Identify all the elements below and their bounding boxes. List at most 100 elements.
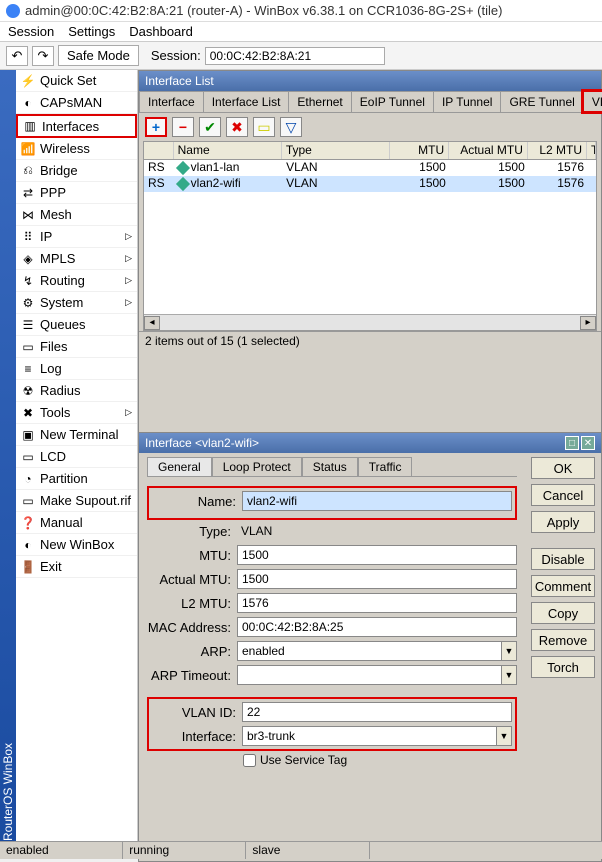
mpls-icon: ◈ [21, 252, 35, 266]
torch-button[interactable]: Torch [531, 656, 595, 678]
sidebar-item-exit[interactable]: 🚪 Exit [16, 556, 137, 578]
close-icon[interactable]: ✕ [581, 436, 595, 450]
enable-button[interactable]: ✔ [199, 117, 221, 137]
tab-general[interactable]: General [147, 457, 212, 476]
iface-dropdown[interactable]: ▼ [497, 726, 512, 746]
amtu-value: 1500 [237, 569, 517, 589]
col-tx[interactable]: Tx [587, 142, 596, 159]
row-type: Type: VLAN [147, 521, 517, 541]
sidebar-item-interfaces[interactable]: ▥Interfaces [16, 114, 137, 138]
sidebar-item-new-winbox[interactable]: ◐New WinBox [16, 534, 137, 556]
sidebar-item-radius[interactable]: ☢Radius [16, 380, 137, 402]
arpt-input[interactable] [237, 665, 502, 685]
col-mtu[interactable]: MTU [390, 142, 449, 159]
sidebar-item-mpls[interactable]: ◈MPLS▷ [16, 248, 137, 270]
sidebar-item-new-terminal[interactable]: ▣New Terminal [16, 424, 137, 446]
sidebar-item-label: Log [40, 361, 62, 376]
sidebar-item-files[interactable]: ▭Files [16, 336, 137, 358]
detach-icon[interactable]: □ [565, 436, 579, 450]
remove-button[interactable]: − [172, 117, 194, 137]
menu-settings[interactable]: Settings [68, 24, 115, 39]
comment-button[interactable]: Comment [531, 575, 595, 597]
disable-button[interactable]: Disable [531, 548, 595, 570]
apply-button[interactable]: Apply [531, 511, 595, 533]
tab-eoip-tunnel[interactable]: EoIP Tunnel [351, 91, 434, 112]
table-row[interactable]: RSvlan2-wifiVLAN150015001576 [144, 176, 596, 192]
scroll-right-icon[interactable]: ▸ [580, 316, 596, 330]
sidebar-item-lcd[interactable]: ▭LCD [16, 446, 137, 468]
sidebar-item-make-supout-rif[interactable]: ▭Make Supout.rif [16, 490, 137, 512]
panel-title: Interface List [139, 71, 601, 91]
name-input[interactable] [242, 491, 512, 511]
window-title: admin@00:0C:42:B2:8A:21 (router-A) - Win… [25, 3, 502, 18]
table-row[interactable]: RSvlan1-lanVLAN150015001576 [144, 160, 596, 176]
sidebar-item-label: System [40, 295, 83, 310]
sidebar-item-mesh[interactable]: ⋈Mesh [16, 204, 137, 226]
tab-status[interactable]: Status [302, 457, 358, 476]
copy-button[interactable]: Copy [531, 602, 595, 624]
sidebar-item-label: PPP [40, 185, 66, 200]
sidebar-item-log[interactable]: ≡ Log [16, 358, 137, 380]
tab-loop-protect[interactable]: Loop Protect [212, 457, 302, 476]
menu-session[interactable]: Session [8, 24, 54, 39]
tab-ethernet[interactable]: Ethernet [288, 91, 351, 112]
sidebar-item-label: Wireless [40, 141, 90, 156]
vlanid-input[interactable] [242, 702, 512, 722]
tab-interface-list[interactable]: Interface List [203, 91, 290, 112]
sidebar-item-label: Exit [40, 559, 62, 574]
new terminal-icon: ▣ [21, 428, 35, 442]
left-brand-strip: RouterOS WinBox [0, 70, 16, 841]
sidebar-item-capsman[interactable]: ◐CAPsMAN [16, 92, 137, 114]
log-icon: ≡ [21, 362, 35, 376]
cancel-button[interactable]: Cancel [531, 484, 595, 506]
col-type[interactable]: Type [282, 142, 390, 159]
mac-input[interactable] [237, 617, 517, 637]
l2-input[interactable] [237, 593, 517, 613]
undo-button[interactable]: ↶ [6, 46, 28, 66]
arp-dropdown[interactable]: ▼ [502, 641, 517, 661]
sidebar-item-routing[interactable]: ↯Routing▷ [16, 270, 137, 292]
sidebar-item-manual[interactable]: ❓Manual [16, 512, 137, 534]
sidebar-item-wireless[interactable]: 📶Wireless [16, 138, 137, 160]
content-area: Interface List InterfaceInterface ListEt… [138, 70, 602, 841]
ok-button[interactable]: OK [531, 457, 595, 479]
mac-label: MAC Address: [147, 620, 237, 635]
sidebar-item-bridge[interactable]: ⎌Bridge [16, 160, 137, 182]
add-button[interactable]: + [145, 117, 167, 137]
sidebar-item-quick-set[interactable]: ⚡Quick Set [16, 70, 137, 92]
col-l2mtu[interactable]: L2 MTU [528, 142, 587, 159]
safe-mode-button[interactable]: Safe Mode [58, 45, 139, 66]
col-amtu[interactable]: Actual MTU [449, 142, 528, 159]
exit-icon: 🚪 [21, 560, 35, 574]
sidebar-item-queues[interactable]: ☰Queues [16, 314, 137, 336]
comment-button[interactable]: ▭ [253, 117, 275, 137]
menu-dashboard[interactable]: Dashboard [129, 24, 193, 39]
sidebar-item-label: Files [40, 339, 67, 354]
tab-vlan[interactable]: VLAN [583, 91, 602, 112]
sidebar-item-ip[interactable]: ⠿IP▷ [16, 226, 137, 248]
use-service-tag-checkbox[interactable] [243, 754, 256, 767]
sidebar-item-label: Radius [40, 383, 80, 398]
sidebar-item-ppp[interactable]: ⇄ PPP [16, 182, 137, 204]
filter-button[interactable]: ▽ [280, 117, 302, 137]
tab-interface[interactable]: Interface [139, 91, 204, 112]
tab-traffic[interactable]: Traffic [358, 457, 413, 476]
scroll-left-icon[interactable]: ◂ [144, 316, 160, 330]
sidebar-item-label: Tools [40, 405, 70, 420]
remove-button[interactable]: Remove [531, 629, 595, 651]
mtu-input[interactable] [237, 545, 517, 565]
sidebar-item-partition[interactable]: ◔Partition [16, 468, 137, 490]
session-input[interactable] [205, 47, 385, 65]
row-interface: Interface: br3-trunk▼ [152, 726, 512, 746]
sidebar-item-tools[interactable]: ✖Tools▷ [16, 402, 137, 424]
tab-gre-tunnel[interactable]: GRE Tunnel [500, 91, 583, 112]
disable-button[interactable]: ✖ [226, 117, 248, 137]
tab-ip-tunnel[interactable]: IP Tunnel [433, 91, 501, 112]
dialog-titlebar: Interface <vlan2-wifi> □ ✕ [139, 433, 601, 453]
redo-button[interactable]: ↷ [32, 46, 54, 66]
sidebar-item-system[interactable]: ⚙System▷ [16, 292, 137, 314]
col-name[interactable]: Name [174, 142, 282, 159]
ppp-icon: ⇄ [21, 186, 35, 200]
h-scrollbar[interactable]: ◂ ▸ [144, 314, 596, 330]
arpt-dropdown[interactable]: ▼ [502, 665, 517, 685]
